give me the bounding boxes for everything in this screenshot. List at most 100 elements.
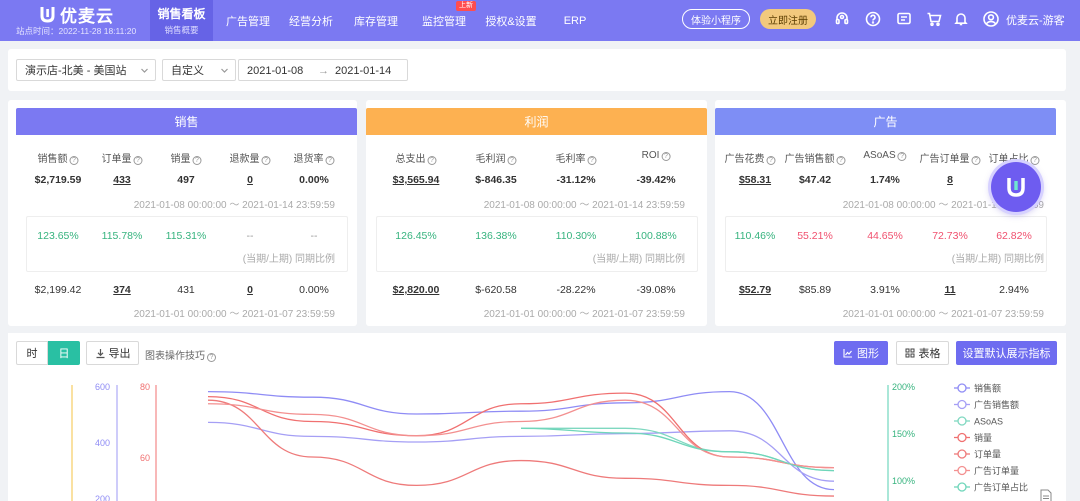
user-name[interactable]: 优麦云-游客	[1006, 12, 1065, 28]
ratio-label: (当期/上期) 同期比例	[242, 254, 335, 265]
col-header-units: 销量?	[171, 150, 202, 165]
bell-icon[interactable]	[952, 10, 970, 28]
help-icon[interactable]: ?	[836, 156, 846, 165]
legend-swatch-dot	[957, 465, 967, 476]
help-icon[interactable]: ?	[325, 156, 335, 165]
help-icon[interactable]: ?	[661, 152, 671, 161]
ad-spend-current-link[interactable]: $58.31	[739, 174, 771, 186]
table-view-button[interactable]: 表格	[896, 341, 949, 365]
profit-card-title: 利润	[366, 108, 707, 135]
nav-authorization-settings[interactable]: 授权&设置	[483, 0, 539, 41]
gross-margin-previous: -28.22%	[556, 284, 596, 296]
help-icon[interactable]: ?	[1030, 156, 1040, 165]
total-spend-ratio: 126.45%	[395, 230, 437, 242]
refunds-previous-link[interactable]: 0	[247, 284, 253, 296]
legend-item-label: 广告订单占比	[974, 482, 1028, 493]
help-icon[interactable]: ?	[897, 152, 907, 161]
help-icon[interactable]: ?	[207, 353, 216, 362]
store-select[interactable]: 演示店-北美 - 美国站	[16, 59, 156, 81]
col-header-refunds: 退款量?	[230, 150, 271, 165]
axis-tick-label: 400	[95, 438, 110, 448]
ad-orders-previous-link[interactable]: 11	[944, 284, 955, 296]
ads-card: 广告 广告花费? 广告销售额? ASoAS? 广告订单量? 订单占比? $58.…	[715, 100, 1066, 326]
help-icon[interactable]: ?	[427, 156, 437, 165]
assistant-float-button[interactable]	[991, 162, 1041, 212]
range-mode-select[interactable]: 自定义	[162, 59, 236, 81]
chart-tips[interactable]: 图表操作技巧?	[145, 347, 216, 362]
units-ratio: 115.31%	[165, 230, 207, 242]
line-chart-icon	[843, 349, 852, 358]
help-icon[interactable]: ?	[261, 156, 271, 165]
help-icon[interactable]: ?	[133, 156, 143, 165]
store-select-value: 演示店-北美 - 美国站	[25, 65, 127, 77]
help-icon[interactable]: ?	[69, 156, 79, 165]
nav-inventory[interactable]: 库存管理	[350, 0, 402, 41]
ad-orders-current-link[interactable]: 8	[947, 174, 953, 186]
cart-icon[interactable]	[925, 10, 943, 28]
order-share-previous: 2.94%	[999, 284, 1029, 296]
brand-logo[interactable]: 优麦云	[40, 2, 114, 27]
ratio-label: (当期/上期) 同期比例	[592, 254, 685, 265]
help-icon[interactable]: ?	[587, 156, 597, 165]
help-icon[interactable]: ?	[971, 156, 981, 165]
date-range-picker[interactable]: 2021-01-08 → 2021-01-14	[238, 59, 408, 81]
orders-ratio: 115.78%	[101, 230, 143, 242]
granularity-day-button[interactable]: 日	[48, 341, 80, 365]
top-navigation-bar: 优麦云 站点时间：2022-11-28 18:11:20 销售看板 销售概要 广…	[0, 0, 1080, 41]
new-badge: 上新	[456, 1, 476, 11]
legend-swatch-dot	[957, 416, 967, 426]
graph-view-button[interactable]: 图形	[834, 341, 888, 365]
total-spend-previous-link[interactable]: $2,820.00	[393, 284, 440, 296]
mini-program-button[interactable]: 体验小程序	[682, 9, 750, 29]
nav-ad-management[interactable]: 广告管理	[222, 0, 274, 41]
avatar-icon[interactable]	[982, 10, 1000, 28]
refunds-current-link[interactable]: 0	[247, 174, 253, 186]
series-line-1	[207, 421, 835, 482]
nav-business-analysis[interactable]: 经营分析	[285, 0, 337, 41]
nav-monitoring[interactable]: 监控管理 上新	[418, 0, 476, 41]
ad-orders-ratio: 72.73%	[932, 230, 968, 242]
date-end[interactable]: 2021-01-14	[335, 65, 391, 77]
return-rate-current: 0.00%	[299, 174, 329, 186]
chart-panel: 时 日 导出 图表操作技巧? 图形 表格 设置默认展示指标 600 400 200 8…	[8, 333, 1066, 501]
orders-current-link[interactable]: 433	[113, 174, 131, 186]
return-rate-previous: 0.00%	[299, 284, 329, 296]
ads-card-title: 广告	[715, 108, 1056, 135]
register-button[interactable]: 立即注册	[760, 9, 816, 29]
message-icon[interactable]	[895, 10, 913, 28]
nav-sales-dashboard[interactable]: 销售看板 销售概要	[150, 0, 213, 41]
series-line-2	[520, 427, 835, 472]
download-icon	[96, 348, 104, 358]
export-button[interactable]: 导出	[86, 341, 139, 365]
nav-label: 监控管理	[422, 15, 466, 28]
legend-item-label: 广告订单量	[974, 465, 1019, 476]
legend-item-label: 销量	[974, 432, 992, 443]
graph-label: 图形	[857, 348, 879, 360]
set-default-metrics-button[interactable]: 设置默认展示指标	[956, 341, 1057, 365]
legend-item-label: 订单量	[974, 449, 1001, 460]
nav-label: 授权&设置	[485, 15, 537, 28]
help-icon[interactable]: ?	[507, 156, 517, 165]
nav-erp[interactable]: ERP	[558, 0, 592, 41]
orders-previous-link[interactable]: 374	[113, 284, 131, 296]
help-icon[interactable]: ?	[192, 156, 202, 165]
ad-spend-ratio: 110.46%	[734, 230, 776, 242]
total-spend-current-link[interactable]: $3,565.94	[393, 174, 440, 186]
nav-label: ERP	[563, 14, 587, 27]
date-start[interactable]: 2021-01-08	[247, 65, 303, 77]
chevron-down-icon	[141, 68, 148, 73]
document-icon[interactable]	[1040, 489, 1052, 501]
gross-profit-current: $-846.35	[475, 174, 517, 186]
series-line-3	[207, 392, 835, 469]
help-icon[interactable]: ?	[766, 156, 776, 165]
headset-icon[interactable]	[833, 10, 851, 28]
granularity-hour-button[interactable]: 时	[16, 341, 48, 365]
header-label: ROI	[641, 150, 660, 161]
ad-spend-previous-link[interactable]: $52.79	[739, 284, 771, 296]
chart-tips-label: 图表操作技巧	[145, 351, 205, 362]
previous-period-range: 2021-01-01 00:00:00 ～ 2021-01-07 23:59:5…	[483, 309, 685, 320]
roi-previous: -39.08%	[636, 284, 676, 296]
legend-item-label: ASoAS	[974, 417, 1003, 427]
axis-tick-label: 150%	[892, 429, 915, 439]
help-icon[interactable]	[864, 10, 882, 28]
